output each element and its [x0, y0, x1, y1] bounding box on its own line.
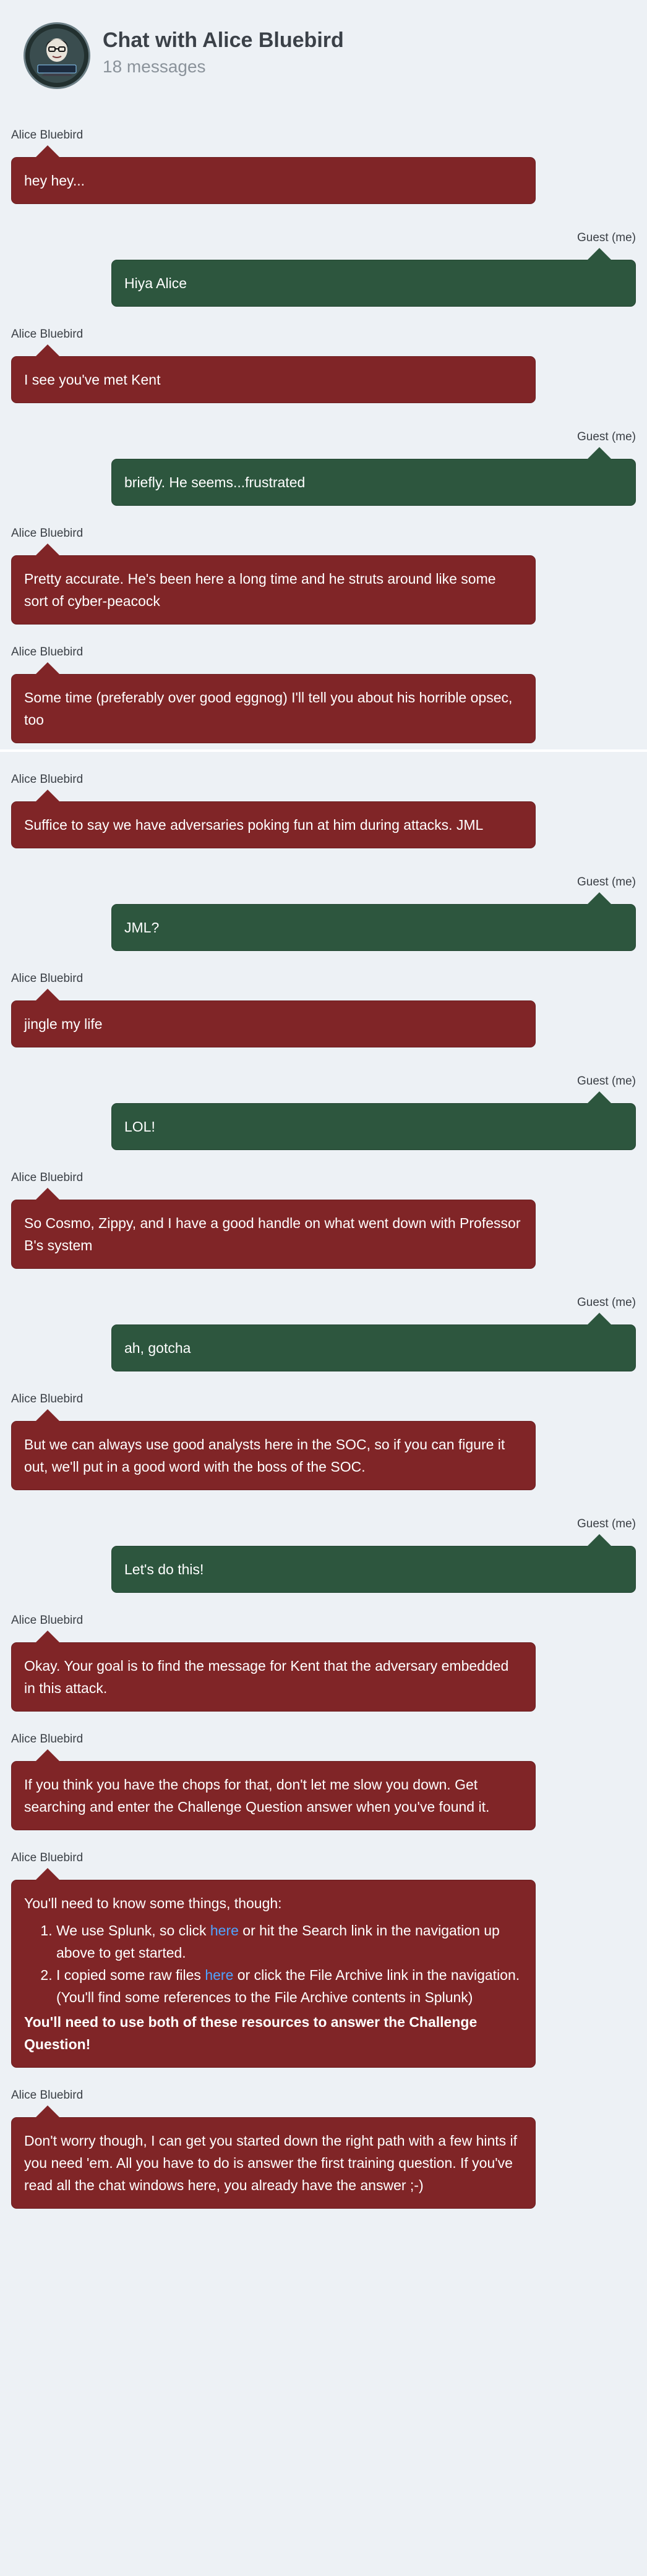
message-bubble: So Cosmo, Zippy, and I have a good handl… — [11, 1188, 536, 1269]
chat-message: Guest (me) Let's do this! — [11, 1490, 636, 1593]
message-sender: Alice Bluebird — [11, 2089, 84, 2102]
message-bubble: hey hey... — [11, 145, 536, 204]
message-sender: Guest (me) — [576, 1296, 636, 1309]
chat-message: Guest (me) briefly. He seems...frustrate… — [11, 403, 636, 506]
message-sender: Alice Bluebird — [11, 1171, 84, 1184]
message-sender: Alice Bluebird — [11, 527, 84, 540]
file-archive-link[interactable]: here — [205, 1967, 233, 1983]
message-bubble: Some time (preferably over good eggnog) … — [11, 662, 536, 743]
list-item: I copied some raw files here or click th… — [56, 1964, 523, 2008]
instructions-list: We use Splunk, so click here or hit the … — [24, 1919, 523, 2008]
list-item-text: We use Splunk, so click — [56, 1922, 210, 1938]
avatar — [24, 22, 90, 89]
chat-message: Alice Bluebird So Cosmo, Zippy, and I ha… — [11, 1150, 636, 1269]
chat-message: Alice Bluebird hey hey... — [11, 108, 636, 204]
message-bubble: But we can always use good analysts here… — [11, 1409, 536, 1490]
message-bubble: Okay. Your goal is to find the message f… — [11, 1631, 536, 1712]
message-bubble: Hiya Alice — [111, 248, 636, 307]
message-sender: Alice Bluebird — [11, 328, 84, 341]
chat-message: Guest (me) JML? — [11, 848, 636, 951]
message-sender: Alice Bluebird — [11, 1392, 84, 1405]
message-sender: Alice Bluebird — [11, 646, 84, 659]
list-item: We use Splunk, so click here or hit the … — [56, 1919, 523, 1964]
message-sender: Alice Bluebird — [11, 1851, 84, 1864]
message-sender: Alice Bluebird — [11, 1733, 84, 1746]
message-bubble: Let's do this! — [111, 1534, 636, 1593]
message-bubble: You'll need to know some things, though:… — [11, 1868, 536, 2068]
message-bubble: jingle my life — [11, 989, 536, 1047]
message-sender: Guest (me) — [576, 1075, 636, 1088]
message-sender: Alice Bluebird — [11, 972, 84, 985]
message-bubble: LOL! — [111, 1091, 636, 1150]
chat-message: Guest (me) ah, gotcha — [11, 1269, 636, 1371]
message-sender: Guest (me) — [576, 876, 636, 889]
chat-message: Guest (me) Hiya Alice — [11, 204, 636, 307]
chat-message: Alice Bluebird Some time (preferably ove… — [11, 625, 636, 743]
chat-header: Chat with Alice Bluebird 18 messages — [0, 0, 647, 111]
message-bubble: Pretty accurate. He's been here a long t… — [11, 544, 536, 625]
message-sender: Guest (me) — [576, 430, 636, 443]
message-bubble: briefly. He seems...frustrated — [111, 447, 636, 506]
message-intro: You'll need to know some things, though: — [24, 1895, 282, 1911]
message-bubble: ah, gotcha — [111, 1313, 636, 1371]
message-bubble: Don't worry though, I can get you starte… — [11, 2105, 536, 2209]
splunk-search-link[interactable]: here — [210, 1922, 239, 1938]
alice-avatar-icon — [25, 24, 88, 87]
page-title: Chat with Alice Bluebird — [103, 28, 344, 52]
message-sender: Alice Bluebird — [11, 129, 84, 142]
chat-message: Alice Bluebird Okay. Your goal is to fin… — [11, 1593, 636, 1712]
message-sender: Alice Bluebird — [11, 773, 84, 786]
message-count: 18 messages — [103, 57, 206, 76]
chat-message: Alice Bluebird You'll need to know some … — [11, 1830, 636, 2068]
chat-message: Alice Bluebird jingle my life — [11, 951, 636, 1047]
message-emphasis: You'll need to use both of these resourc… — [24, 2014, 478, 2052]
chat-message: Alice Bluebird I see you've met Kent — [11, 307, 636, 403]
list-item-text: I copied some raw files — [56, 1967, 205, 1983]
message-sender: Guest (me) — [576, 1517, 636, 1530]
chat-message: Alice Bluebird Don't worry though, I can… — [11, 2068, 636, 2209]
message-bubble: I see you've met Kent — [11, 344, 536, 403]
chat-message: Alice Bluebird Pretty accurate. He's bee… — [11, 506, 636, 625]
chat-message: Guest (me) LOL! — [11, 1047, 636, 1150]
chat-message: Alice Bluebird But we can always use goo… — [11, 1371, 636, 1490]
message-sender: Guest (me) — [576, 231, 636, 244]
message-bubble: If you think you have the chops for that… — [11, 1749, 536, 1830]
chat-message: Alice Bluebird If you think you have the… — [11, 1712, 636, 1830]
chat-message: Alice Bluebird Suffice to say we have ad… — [11, 752, 636, 848]
message-bubble: JML? — [111, 892, 636, 951]
message-bubble: Suffice to say we have adversaries pokin… — [11, 790, 536, 848]
message-sender: Alice Bluebird — [11, 1614, 84, 1627]
chat-thread: Alice Bluebird hey hey... Guest (me) Hiy… — [0, 108, 647, 2209]
